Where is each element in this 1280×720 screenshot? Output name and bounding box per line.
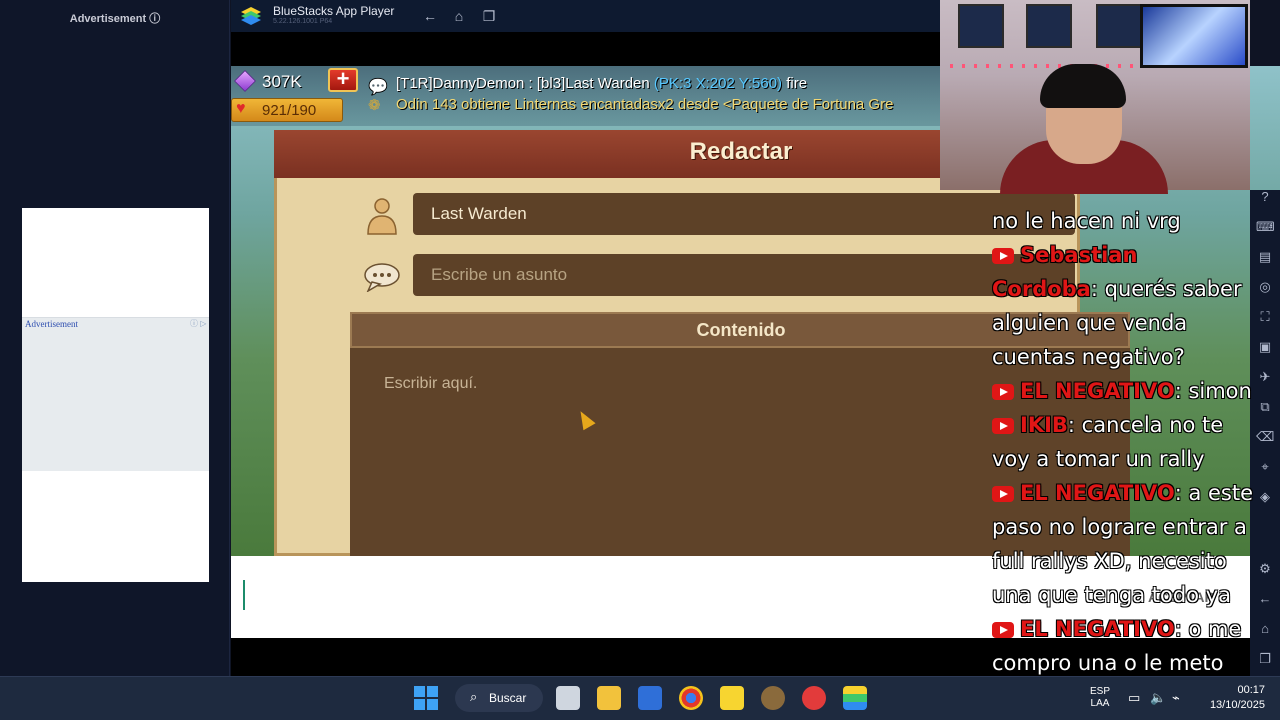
stream-chat-line: Cordoba: querés saber	[992, 272, 1280, 306]
game-chat-sender: [T1R]DannyDemon : [bl3]Last Warden	[396, 75, 654, 92]
recipient-value: Last Warden	[431, 204, 527, 223]
wall-monitor	[1140, 4, 1248, 68]
game-chat-message: fire	[782, 75, 808, 92]
ad-label: Advertisement ⓘ	[69, 13, 161, 25]
chat-bubble-icon[interactable]: 💬	[368, 77, 388, 97]
lang-top: ESP	[1090, 686, 1111, 697]
chat-message: : o me	[1174, 617, 1242, 641]
stream-chat-line: una que tenga todo ya	[992, 578, 1280, 612]
chat-message: : a este	[1174, 481, 1254, 505]
chat-message: no le hacen ni vrg	[992, 209, 1181, 233]
display-icon[interactable]: ▭	[1128, 690, 1140, 706]
clock-time[interactable]: 00:17	[1210, 684, 1265, 696]
chat-username: EL NEGATIVO	[1020, 617, 1175, 641]
text-caret	[243, 580, 245, 610]
chat-username: EL NEGATIVO	[1020, 481, 1175, 505]
stream-chat-line: full rallys XD, necesito	[992, 544, 1280, 578]
stream-chat-line: EL NEGATIVO: a este	[992, 476, 1280, 510]
chrome-icon[interactable]	[679, 686, 703, 710]
search-label: Buscar	[489, 691, 527, 705]
letterbox-top	[231, 32, 940, 66]
chat-message: full rallys XD, necesito	[992, 549, 1227, 573]
stamina-value: 921/190	[262, 102, 317, 119]
bluestacks-logo-icon	[241, 7, 261, 25]
windows-start-icon[interactable]	[414, 686, 438, 710]
chat-message: cuentas negativo?	[992, 345, 1185, 369]
stream-chat-line: Sebastian	[992, 238, 1280, 272]
ad-broken-image-text: Advertisement	[25, 319, 78, 329]
heart-icon: ♥	[236, 100, 246, 117]
bluestacks-title: BlueStacks App Player	[273, 4, 395, 18]
youtube-icon	[992, 418, 1014, 434]
chat-message: : querés saber	[1090, 277, 1242, 301]
stream-chat-line: no le hacen ni vrg	[992, 204, 1280, 238]
subject-placeholder: Escribe un asunto	[431, 265, 568, 284]
sticky-notes-icon[interactable]	[720, 686, 744, 710]
coordinate-link[interactable]: (PK:3 X:202 Y:560)	[654, 75, 782, 92]
game-chat-line[interactable]: [T1R]DannyDemon : [bl3]Last Warden (PK:3…	[396, 75, 807, 92]
language-indicator[interactable]: ESP LAA	[1090, 686, 1110, 710]
file-explorer-icon[interactable]	[597, 686, 621, 710]
chat-message: : cancela no te	[1067, 413, 1224, 437]
chat-message: una que tenga todo ya	[992, 583, 1231, 607]
stream-chat-line: voy a tomar un rally	[992, 442, 1280, 476]
chat-username: IKIB	[1020, 413, 1068, 437]
system-message[interactable]: Odin 143 obtiene Linternas encantadasx2 …	[396, 96, 938, 113]
capcut-icon[interactable]	[802, 686, 826, 710]
youtube-icon	[992, 622, 1014, 638]
search-icon: ⌕	[470, 689, 478, 704]
battery-icon[interactable]: ⌁	[1172, 690, 1180, 706]
stream-chat-line: cuentas negativo?	[992, 340, 1280, 374]
stream-chat-line: EL NEGATIVO: o me	[992, 612, 1280, 646]
ad-image-placeholder[interactable]	[22, 317, 209, 471]
content-placeholder: Escribir aquí.	[384, 375, 478, 392]
clock-date[interactable]: 13/10/2025	[1200, 699, 1265, 711]
youtube-icon	[992, 486, 1014, 502]
chat-message: voy a tomar un rally	[992, 447, 1205, 471]
chat-message: paso no lograre entrar a	[992, 515, 1247, 539]
chat-message: compro una o le meto	[992, 651, 1224, 675]
recipient-icon	[367, 198, 397, 235]
chat-message: alguien que venda	[992, 311, 1188, 335]
chat-username: Sebastian	[1020, 243, 1138, 267]
system-message-icon: ❁	[368, 97, 381, 114]
volume-icon[interactable]: 🔈	[1150, 690, 1166, 706]
gem-count: 307K	[262, 72, 302, 91]
game-app-icon[interactable]	[761, 686, 785, 710]
stream-chat-line: EL NEGATIVO: simon	[992, 374, 1280, 408]
youtube-icon	[992, 248, 1014, 264]
subject-icon	[364, 263, 400, 292]
bluestacks-version: 5.22.126.1001 P64	[273, 18, 333, 25]
stream-chat-line: paso no lograre entrar a	[992, 510, 1280, 544]
chat-username: Cordoba	[992, 277, 1091, 301]
recent-apps-icon[interactable]: ❐	[479, 6, 499, 26]
back-icon[interactable]: ←	[420, 6, 440, 26]
chat-username: EL NEGATIVO	[1020, 379, 1175, 403]
task-view-icon[interactable]	[556, 686, 580, 710]
stream-chat-line: compro una o le meto	[992, 646, 1280, 680]
bluestacks-taskbar-icon[interactable]	[843, 686, 867, 710]
ad-choices-icon[interactable]: ⓘ ▷	[190, 318, 206, 329]
store-icon[interactable]	[638, 686, 662, 710]
youtube-icon	[992, 384, 1014, 400]
buy-gems-button[interactable]: +	[328, 68, 358, 92]
chat-message: : simon	[1174, 379, 1252, 403]
lang-bottom: LAA	[1090, 698, 1110, 709]
home-icon[interactable]: ⌂	[449, 6, 469, 26]
stream-chat-overlay: no le hacen ni vrg Sebastian Cordoba: quer…	[992, 178, 1280, 718]
stream-chat-line: IKIB: cancela no te	[992, 408, 1280, 442]
stream-chat-line: alguien que venda	[992, 306, 1280, 340]
